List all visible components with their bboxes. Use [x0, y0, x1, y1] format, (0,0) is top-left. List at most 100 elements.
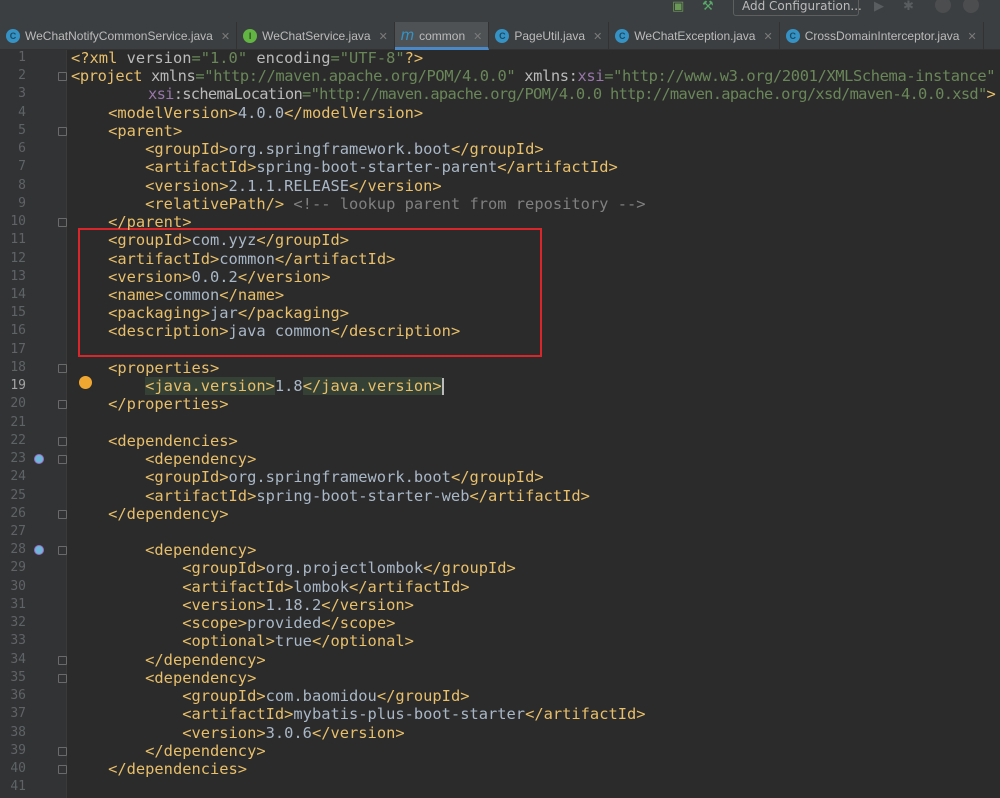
tab-wechatexception-java[interactable]: C WeChatException.java ✕ [609, 22, 780, 50]
fold-marker-icon[interactable] [58, 655, 67, 665]
code-token: :schemaLocation [173, 85, 303, 104]
close-tab-icon[interactable]: ✕ [967, 30, 976, 43]
line-number: 37 [10, 706, 26, 722]
fold-marker-icon[interactable] [58, 400, 67, 410]
debug-icon[interactable]: ✱ [903, 0, 914, 14]
code-line: 31 <version>1.18.2</version> [0, 596, 1000, 614]
code-token: <groupId> [108, 231, 192, 250]
code-text: </dependencies> [71, 760, 247, 778]
line-number: 24 [10, 469, 26, 485]
maven-file-icon: m [400, 27, 415, 44]
close-tab-icon[interactable]: ✕ [221, 30, 230, 43]
code-text: <artifactId>lombok</artifactId> [71, 578, 469, 596]
code-editor[interactable]: 1 <?xml version="1.0" encoding="UTF-8"?> 2… [0, 49, 1000, 798]
code-token: </dependency> [145, 741, 266, 760]
code-token: </java.version> [302, 377, 442, 396]
fold-marker-icon[interactable] [58, 746, 67, 756]
code-token: java common [228, 322, 331, 341]
code-token: <modelVersion> [108, 103, 238, 122]
fold-marker-icon[interactable] [58, 126, 67, 136]
code-text: <version>3.0.6</version> [71, 724, 404, 742]
close-tab-icon[interactable]: ✕ [593, 30, 602, 43]
code-text: <dependency> [71, 450, 256, 468]
code-token: </optional> [311, 632, 414, 651]
line-number: 11 [10, 232, 26, 248]
code-line: 20 </properties> [0, 395, 1000, 413]
code-token: spring-boot-starter-web [256, 486, 470, 505]
tab-common[interactable]: m common ✕ [394, 22, 490, 50]
code-text: <?xml version="1.0" encoding="UTF-8"?> [71, 49, 423, 67]
coverage-icon[interactable] [963, 0, 979, 13]
code-token: </dependencies> [108, 759, 248, 778]
fold-marker-icon[interactable] [58, 546, 67, 556]
code-line: 19 <java.version>1.8</java.version> [0, 377, 1000, 396]
code-line: 16 <description>java common</description… [0, 322, 1000, 340]
close-tab-icon[interactable]: ✕ [473, 30, 482, 43]
code-token: <artifactId> [145, 486, 257, 505]
code-token: <version> [145, 176, 229, 195]
line-number: 38 [10, 724, 26, 740]
line-number: 7 [18, 159, 26, 175]
code-token: 2.1.1.RELEASE [228, 176, 350, 195]
code-token: </version> [237, 267, 331, 286]
fold-marker-icon[interactable] [58, 436, 67, 446]
code-token: </dependency> [108, 504, 229, 523]
maven-dependency-icon[interactable] [34, 454, 44, 465]
fold-marker-icon[interactable] [58, 764, 67, 774]
close-tab-icon[interactable]: ✕ [379, 30, 388, 43]
tab-pageutil-java[interactable]: C PageUtil.java ✕ [489, 22, 610, 50]
tab-label: CrossDomainInterceptor.java [804, 29, 960, 43]
maven-dependency-icon[interactable] [34, 545, 44, 556]
profile-icon[interactable] [935, 0, 951, 13]
fold-marker-icon[interactable] [58, 673, 67, 683]
code-token: </scope> [321, 614, 396, 633]
tab-wechatnotifycommonservice-java[interactable]: C WeChatNotifyCommonService.java ✕ [0, 22, 238, 50]
code-line: 21 [0, 414, 1000, 432]
code-token: <properties> [108, 358, 220, 377]
code-token: version [126, 49, 192, 67]
fold-marker-icon[interactable] [58, 455, 67, 465]
code-token: ="1.0" [191, 49, 257, 67]
fold-marker-icon[interactable] [58, 72, 67, 82]
tab-crossdomaininterceptor-java[interactable]: C CrossDomainInterceptor.java ✕ [780, 22, 984, 50]
line-number: 17 [10, 341, 26, 357]
code-token: </artifactId> [469, 486, 590, 505]
code-line: 25 <artifactId>spring-boot-starter-web</… [0, 487, 1000, 505]
code-token: common [163, 285, 220, 304]
code-token: </artifactId> [525, 705, 646, 724]
code-text: <artifactId>spring-boot-starter-parent</… [71, 158, 618, 176]
line-number: 25 [10, 487, 26, 503]
code-text: </dependency> [71, 651, 265, 669]
code-line: 34 </dependency> [0, 651, 1000, 669]
terminal-icon[interactable]: ▣ [672, 0, 684, 14]
code-token: com.yyz [191, 231, 257, 250]
fold-marker-icon[interactable] [58, 218, 67, 228]
code-token: encoding [256, 49, 331, 67]
code-token: jar [210, 304, 238, 323]
close-tab-icon[interactable]: ✕ [763, 30, 772, 43]
code-line: 9 <relativePath/> <!-- lookup parent fro… [0, 195, 1000, 213]
fold-marker-icon[interactable] [58, 363, 67, 373]
tab-wechatservice-java[interactable]: I WeChatService.java ✕ [237, 22, 395, 50]
code-text: </dependency> [71, 741, 266, 760]
code-token: org.springframework.boot [228, 468, 451, 487]
fold-marker-icon[interactable] [58, 509, 67, 519]
add-configuration-button[interactable]: Add Configuration... [733, 0, 862, 16]
code-token: ="UTF-8" [330, 49, 405, 67]
code-token: </properties> [108, 395, 229, 414]
run-icon[interactable]: ▶ [874, 0, 884, 14]
code-line: 38 <version>3.0.6</version> [0, 724, 1000, 742]
code-token: > [986, 85, 996, 104]
editor-tabs: C WeChatNotifyCommonService.java ✕ I WeChatS… [0, 22, 1000, 50]
build-hammer-icon[interactable]: ⚒ [702, 0, 714, 14]
line-number: 32 [10, 615, 26, 631]
code-token: 0.0.2 [191, 267, 238, 286]
code-text: <version>1.18.2</version> [71, 596, 414, 614]
